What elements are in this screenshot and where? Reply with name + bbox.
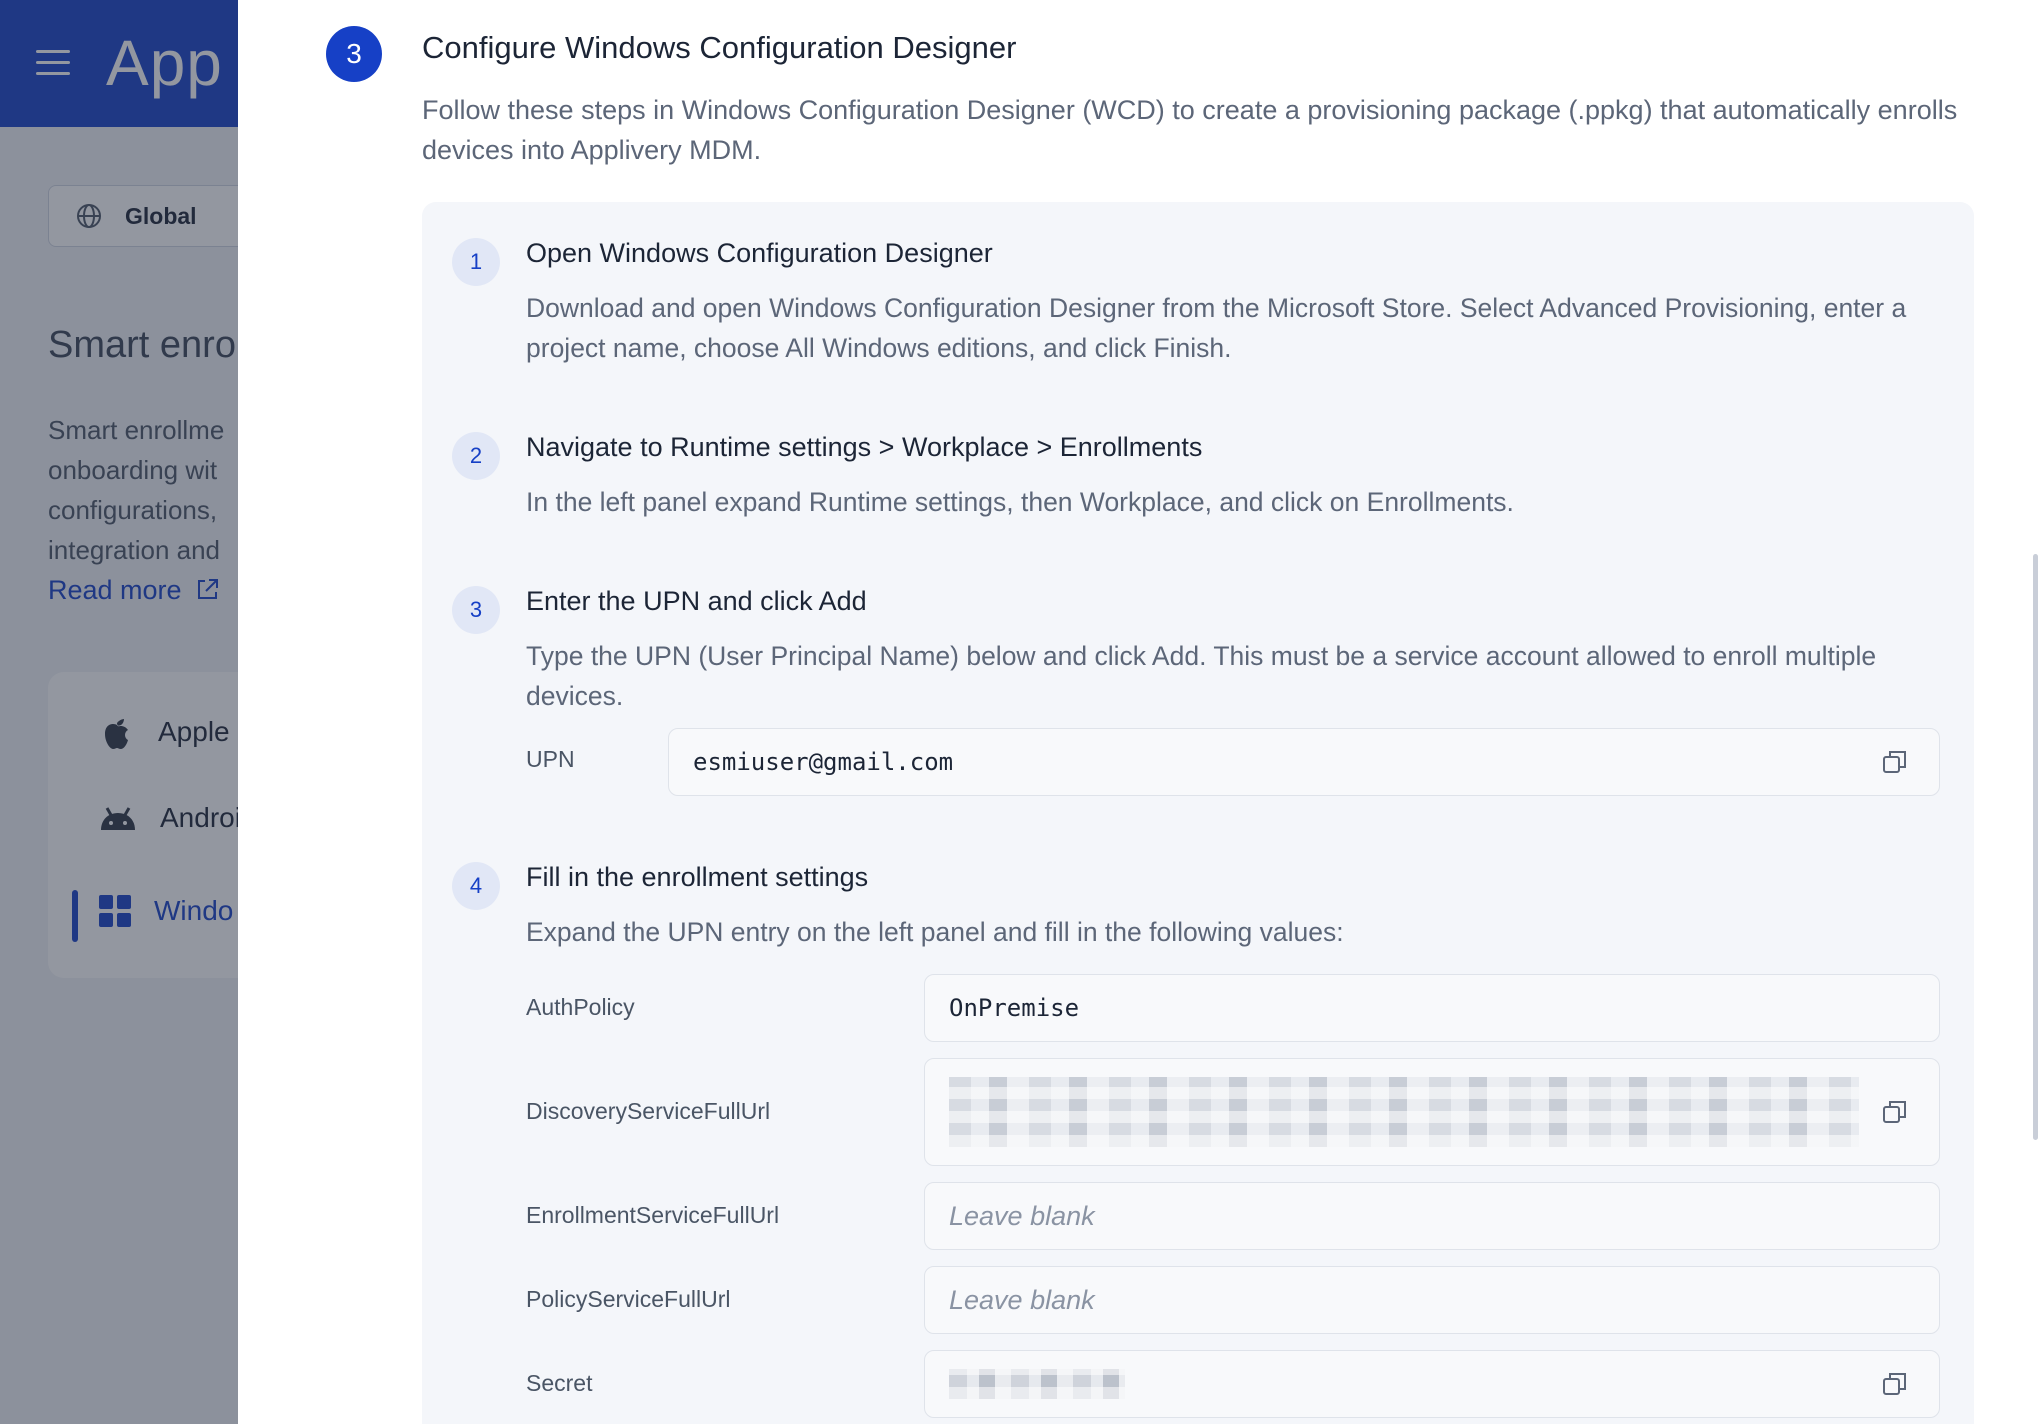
secret-label: Secret bbox=[526, 1370, 593, 1396]
steps-panel: 1 Open Windows Configuration Designer Do… bbox=[422, 202, 1974, 1424]
auth-policy-label: AuthPolicy bbox=[526, 994, 635, 1020]
upn-field bbox=[668, 728, 1940, 796]
step-title: Open Windows Configuration Designer bbox=[526, 238, 993, 268]
section-step-badge: 3 bbox=[326, 26, 382, 82]
configuration-drawer: 3 Configure Windows Configuration Design… bbox=[238, 0, 2038, 1424]
section-description: Follow these steps in Windows Configurat… bbox=[422, 95, 1958, 165]
step-number: 4 bbox=[452, 862, 500, 910]
step-title: Enter the UPN and click Add bbox=[526, 586, 867, 616]
step-title: Navigate to Runtime settings > Workplace… bbox=[526, 432, 1203, 462]
enrollment-url-placeholder: Leave blank bbox=[949, 1200, 1095, 1231]
step-description: Expand the UPN entry on the left panel a… bbox=[526, 917, 1344, 947]
policy-url-label: PolicyServiceFullUrl bbox=[526, 1286, 731, 1312]
auth-policy-field bbox=[924, 974, 1940, 1042]
enrollment-url-label: EnrollmentServiceFullUrl bbox=[526, 1202, 780, 1228]
copy-icon[interactable] bbox=[1881, 1098, 1909, 1126]
policy-url-field[interactable]: Leave blank bbox=[924, 1266, 1940, 1334]
step-number: 2 bbox=[452, 432, 500, 480]
scrollbar-thumb[interactable] bbox=[2033, 554, 2038, 1140]
enrollment-url-field[interactable]: Leave blank bbox=[924, 1182, 1940, 1250]
step-description: Type the UPN (User Principal Name) below… bbox=[526, 641, 1877, 711]
discovery-url-field[interactable] bbox=[924, 1058, 1940, 1166]
masked-value bbox=[949, 1369, 1125, 1399]
step-title: Fill in the enrollment settings bbox=[526, 862, 869, 892]
upn-label: UPN bbox=[526, 746, 575, 772]
step-description: Download and open Windows Configuration … bbox=[526, 293, 1907, 363]
step-number: 1 bbox=[452, 238, 500, 286]
copy-icon[interactable] bbox=[1881, 1370, 1909, 1398]
upn-input[interactable] bbox=[693, 748, 1815, 776]
step-description: In the left panel expand Runtime setting… bbox=[526, 487, 1514, 517]
secret-field[interactable] bbox=[924, 1350, 1940, 1418]
copy-icon[interactable] bbox=[1881, 748, 1909, 776]
discovery-url-label: DiscoveryServiceFullUrl bbox=[526, 1098, 771, 1124]
masked-value bbox=[949, 1077, 1859, 1147]
auth-policy-input[interactable] bbox=[949, 994, 1840, 1022]
step-number: 3 bbox=[452, 586, 500, 634]
section-title: Configure Windows Configuration Designer bbox=[422, 30, 1017, 65]
policy-url-placeholder: Leave blank bbox=[949, 1284, 1095, 1315]
